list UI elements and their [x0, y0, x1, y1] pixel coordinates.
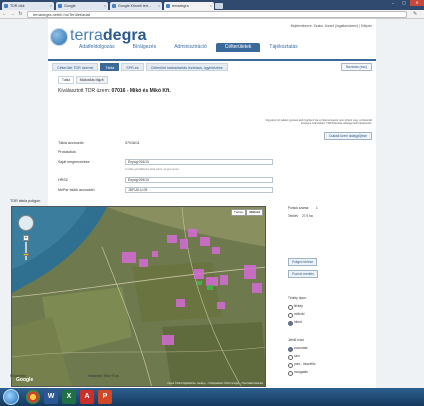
radio-terkep[interactable]: térkép — [288, 304, 303, 310]
window-close-button[interactable]: ✕ — [410, 0, 424, 6]
logo-prefix: terra — [70, 27, 103, 44]
tab-close-icon[interactable]: × — [104, 2, 106, 10]
logo-suffix: degra — [102, 27, 147, 44]
nav-biralgezes[interactable]: Bírálgezés — [124, 43, 166, 52]
map-type-muhold[interactable]: Műhold — [246, 209, 263, 216]
map-type-switch: Térkép Műhold — [230, 209, 263, 216]
field-label-protokoll: Protokollok — [58, 150, 76, 154]
url-input[interactable]: terradegra.nebih.hu/Terület/adat — [27, 11, 407, 18]
tab-favicon-icon — [58, 4, 62, 8]
field-label-sajat: Saját megnevezése — [58, 160, 90, 164]
sub-tabs: Célterület TDR üzemei Tábla SPR-ek Célte… — [52, 63, 228, 71]
browser-tab-1[interactable]: TDR cikk × — [2, 2, 54, 10]
inner-tab-tabla[interactable]: Tábla — [58, 76, 74, 84]
wrench-icon[interactable]: ✎ — [413, 11, 420, 18]
delete-polygon-button[interactable]: Poligon törlése — [288, 258, 318, 266]
chrome-icon[interactable] — [26, 390, 40, 404]
field-label-hrsz: HRSZ — [58, 178, 68, 182]
selected-farm-value: 07016 - Mikó és Mikó Kft. — [111, 88, 171, 94]
browser-tab-strip: TDR cikk × Google × Google Körzeti tért.… — [0, 0, 424, 10]
family-farm-button[interactable]: Családi üzem adatgyűjtése — [323, 132, 372, 140]
zoom-slider-handle[interactable] — [23, 253, 29, 256]
marker-mode-label: Jelölő mód: — [288, 338, 305, 342]
mepar-input[interactable]: JDFUD.U.09 — [125, 187, 273, 193]
map-type-label: Térkép típus: — [288, 296, 307, 300]
main-nav: Adatfeldolgozás Bírálgezés Adminisztráci… — [70, 43, 307, 52]
field-value-azonosito: 07016/11 — [125, 141, 140, 145]
satellite-imagery — [12, 207, 265, 386]
close-button[interactable]: Bezárás (esc) — [341, 63, 372, 71]
zoom-slider[interactable] — [25, 242, 27, 260]
map-copyright: Képek ©2012 DigitalGlobe, GeoEye – Térké… — [167, 382, 263, 385]
nav-adminisztracio[interactable]: Adminisztráció — [165, 43, 216, 52]
save-position-button[interactable]: Pozíció mentés — [288, 270, 318, 278]
reload-icon[interactable]: ↻ — [17, 11, 24, 18]
acrobat-icon[interactable]: A — [80, 390, 94, 404]
back-arrow-icon[interactable]: ← — [1, 11, 8, 18]
recorded-by-label: Rögzítette — [10, 374, 27, 378]
radio-szin[interactable]: szín — [288, 354, 300, 360]
word-icon[interactable]: W — [44, 390, 58, 404]
browser-tab-3[interactable]: Google Körzeti tért... × — [110, 2, 162, 10]
start-button[interactable] — [3, 389, 19, 405]
zoom-in-icon[interactable]: + — [23, 235, 29, 241]
radio-pont-osszefuz[interactable]: pont - összefűz — [288, 362, 316, 368]
tab-favicon-icon — [112, 4, 116, 8]
tab-celterulet-tdr-uzemei[interactable]: Célterület TDR üzemei — [52, 63, 99, 71]
windows-taskbar: W X A P — [0, 388, 424, 406]
logo-globe-icon — [50, 28, 68, 46]
pontok-value: 1 — [316, 206, 318, 210]
new-tab-button[interactable] — [215, 3, 223, 9]
page-body: terradegra Bejelentkezve: Szabó József (… — [0, 19, 424, 388]
radio-hibrid[interactable]: hibrid — [288, 320, 302, 326]
address-bar: ← → ↻ terradegra.nebih.hu/Terület/adat ✎ — [0, 10, 424, 19]
user-info[interactable]: Bejelentkezve: Szabó József (ingatlanüze… — [291, 24, 372, 28]
tab-close-icon[interactable]: × — [210, 2, 212, 10]
radio-mozgatas[interactable]: mozgatás — [288, 370, 308, 376]
satellite-map[interactable]: Térkép Műhold + Google Képek ©2012 Digit… — [11, 206, 266, 387]
hrsz-input[interactable]: Ényog 094/10 — [125, 177, 273, 183]
minimize-button[interactable]: – — [388, 0, 398, 6]
radio-zoomolas[interactable]: zoomolás — [288, 346, 308, 352]
selected-farm-label: Kiválasztott TDR üzem: — [58, 88, 111, 94]
radio-muhold[interactable]: műhold — [288, 312, 304, 318]
tab-tabla[interactable]: Tábla — [100, 63, 120, 71]
terulet-label: Terület: — [288, 214, 299, 218]
tab-favicon-icon — [4, 4, 8, 8]
nav-tajekoztatas[interactable]: Tájékoztatás — [260, 43, 306, 52]
map-label: TDR tábla poligon — [10, 199, 41, 203]
nav-celteruletek[interactable]: Célterületek — [215, 43, 261, 52]
tab-favicon-icon — [166, 4, 170, 8]
tab-close-icon[interactable]: × — [50, 2, 52, 10]
map-type-terkep[interactable]: Térkép — [230, 209, 247, 216]
map-pan-control[interactable] — [18, 215, 34, 231]
tab-karbantartas-lezarasa[interactable]: Célterület karbantartás lezárása, ügyint… — [145, 63, 228, 71]
tab-close-icon[interactable]: × — [158, 2, 160, 10]
tab-spr[interactable]: SPR-ek — [121, 63, 144, 71]
sajat-megnevezes-input[interactable]: Ényog 094/10 — [125, 159, 273, 165]
nav-adatfeldolgozas[interactable]: Adatfeldolgozás — [70, 43, 124, 52]
recorded-by-value: Hanenek Tibor Éva — [88, 374, 119, 378]
selected-farm-title: Kiválasztott TDR üzem: 07016 - Mikó és M… — [58, 88, 171, 94]
site-header: terradegra Bejelentkezve: Szabó József (… — [48, 19, 376, 59]
help-text: Figyelem! Az adatot gyorsan kell rögzíte… — [265, 119, 372, 126]
terulet-value: 27.9 ha — [302, 214, 313, 218]
forward-arrow-icon[interactable]: → — [9, 11, 16, 18]
browser-tab-4[interactable]: terradegra × — [164, 2, 214, 10]
browser-tab-2[interactable]: Google × — [56, 2, 108, 10]
pontok-label: Pontok száma: — [288, 206, 310, 210]
maximize-button[interactable]: ▢ — [399, 0, 409, 6]
inner-tab-modositas[interactable]: Módosítás rögzít — [75, 76, 108, 84]
inner-tabs: Tábla Módosítás rögzít — [58, 76, 108, 84]
field-label-mepar: MePar blokk azonosító — [58, 188, 95, 192]
powerpoint-icon[interactable]: P — [98, 390, 112, 404]
excel-icon[interactable]: X — [62, 390, 76, 404]
field-label-azonosito: Tábla azonosító — [58, 141, 84, 145]
sajat-note: A tábla gazdálkodói által adott megnevez… — [125, 167, 179, 171]
